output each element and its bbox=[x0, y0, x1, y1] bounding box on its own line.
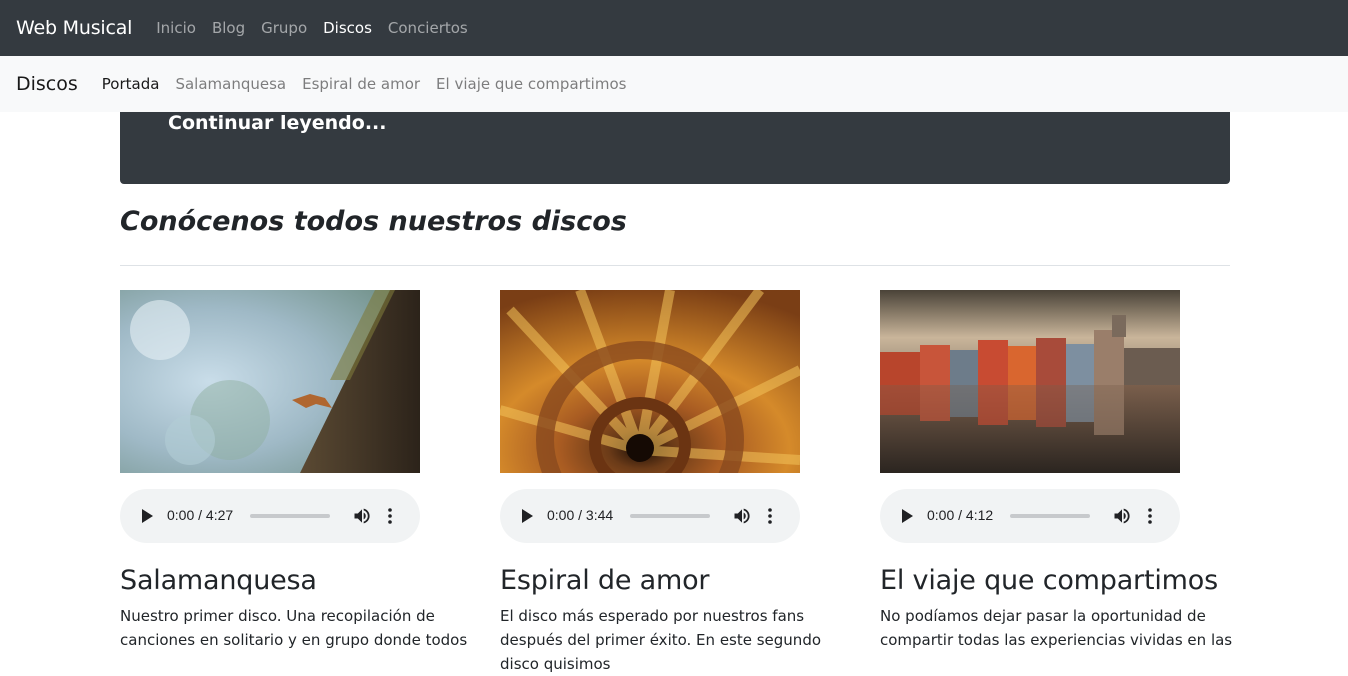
section-title: Conócenos todos nuestros discos bbox=[120, 206, 627, 237]
more-vertical-icon[interactable] bbox=[388, 507, 392, 525]
album-cover-image bbox=[500, 290, 800, 473]
album-title: El viaje que compartimos bbox=[880, 565, 1218, 596]
audio-time: 0:00 / 4:12 bbox=[927, 507, 994, 523]
jumbotron: Continuar leyendo... bbox=[120, 112, 1230, 184]
subnav-link-viaje[interactable]: El viaje que compartimos bbox=[436, 75, 626, 93]
album-title: Salamanquesa bbox=[120, 565, 317, 596]
divider bbox=[120, 265, 1230, 266]
subnav-brand[interactable]: Discos bbox=[16, 73, 78, 95]
more-vertical-icon[interactable] bbox=[1148, 507, 1152, 525]
audio-progress-bar[interactable] bbox=[250, 514, 330, 518]
album-title: Espiral de amor bbox=[500, 565, 710, 596]
navbar-brand[interactable]: Web Musical bbox=[16, 17, 132, 39]
play-icon[interactable] bbox=[902, 509, 913, 523]
audio-time: 0:00 / 4:27 bbox=[167, 507, 234, 523]
nav-link-discos[interactable]: Discos bbox=[323, 19, 372, 37]
continue-reading-link[interactable]: Continuar leyendo... bbox=[168, 112, 386, 134]
album-cover-image bbox=[120, 290, 420, 473]
nav-link-blog[interactable]: Blog bbox=[212, 19, 245, 37]
subnav-link-espiral[interactable]: Espiral de amor bbox=[302, 75, 420, 93]
audio-progress-bar[interactable] bbox=[1010, 514, 1090, 518]
volume-icon[interactable] bbox=[352, 506, 372, 526]
audio-progress-bar[interactable] bbox=[630, 514, 710, 518]
nav-link-inicio[interactable]: Inicio bbox=[156, 19, 196, 37]
album-description: Nuestro primer disco. Una recopilación d… bbox=[120, 607, 468, 649]
audio-player: 0:00 / 3:44 bbox=[500, 489, 800, 543]
volume-icon[interactable] bbox=[1112, 506, 1132, 526]
play-icon[interactable] bbox=[522, 509, 533, 523]
album-card-viaje: 0:00 / 4:12 El viaje que compartimos No … bbox=[880, 290, 1240, 652]
album-card-espiral: 0:00 / 3:44 Espiral de amor El disco más… bbox=[500, 290, 860, 676]
nav-link-conciertos[interactable]: Conciertos bbox=[388, 19, 468, 37]
audio-player: 0:00 / 4:12 bbox=[880, 489, 1180, 543]
album-cover-image bbox=[880, 290, 1180, 473]
audio-player: 0:00 / 4:27 bbox=[120, 489, 420, 543]
play-icon[interactable] bbox=[142, 509, 153, 523]
volume-icon[interactable] bbox=[732, 506, 752, 526]
more-vertical-icon[interactable] bbox=[768, 507, 772, 525]
main-navbar: Web Musical Inicio Blog Grupo Discos Con… bbox=[0, 0, 1348, 56]
nav-link-grupo[interactable]: Grupo bbox=[261, 19, 307, 37]
album-description: No podíamos dejar pasar la oportunidad d… bbox=[880, 607, 1233, 649]
subnav-link-portada[interactable]: Portada bbox=[102, 75, 160, 93]
audio-time: 0:00 / 3:44 bbox=[547, 507, 614, 523]
album-card-salamanquesa: 0:00 / 4:27 Salamanquesa Nuestro primer … bbox=[120, 290, 480, 652]
album-description: El disco más esperado por nuestros fans … bbox=[500, 607, 822, 673]
subnav-link-salamanquesa[interactable]: Salamanquesa bbox=[175, 75, 286, 93]
discos-subnav: Discos Portada Salamanquesa Espiral de a… bbox=[0, 56, 1348, 112]
